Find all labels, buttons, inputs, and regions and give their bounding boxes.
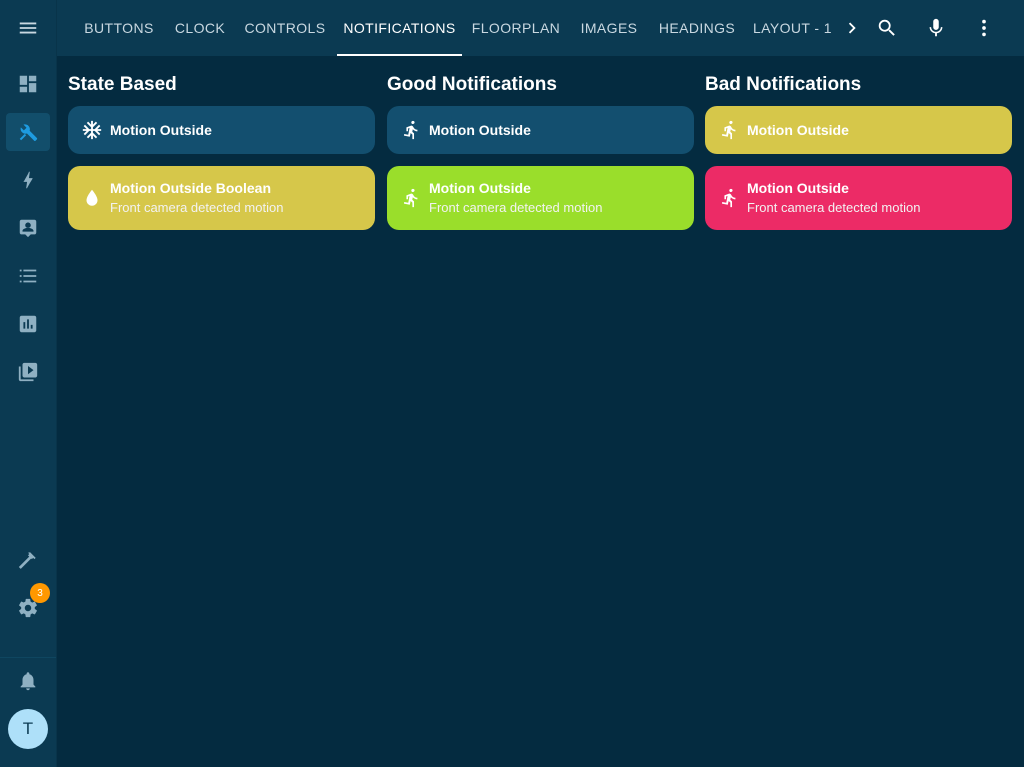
column-state-based: State Based Motion Outside Motion Outsid…	[68, 68, 375, 230]
tab-clock[interactable]: CLOCK	[171, 0, 229, 56]
more-menu-button[interactable]	[964, 8, 1004, 48]
contact-card-icon	[19, 219, 37, 238]
list-icon	[19, 269, 37, 283]
lightning-icon	[23, 171, 33, 189]
bell-icon	[20, 672, 36, 691]
notification-card[interactable]: Motion Outside	[68, 106, 375, 154]
tab-floorplan[interactable]: FLOORPLAN	[471, 0, 561, 56]
sidebar-divider	[0, 657, 56, 658]
hammer-icon	[18, 552, 36, 569]
tab-headings[interactable]: HEADINGS	[655, 0, 739, 56]
assist-button[interactable]	[916, 8, 956, 48]
sidebar-item-media[interactable]	[6, 353, 50, 391]
chart-box-icon	[19, 315, 37, 333]
tabs-scroll-right-button[interactable]	[832, 8, 872, 48]
top-bar: BUTTONS CLOCK CONTROLS NOTIFICATIONS FLO…	[57, 0, 1024, 56]
tab-buttons[interactable]: BUTTONS	[75, 0, 163, 56]
walking-person-icon	[399, 186, 423, 210]
sidebar-item-people[interactable]	[6, 209, 50, 247]
card-title: Motion Outside	[429, 180, 531, 196]
card-title: Motion Outside	[747, 122, 849, 138]
card-title: Motion Outside Boolean	[110, 180, 271, 196]
more-vertical-icon	[982, 19, 986, 37]
sidebar-item-tools[interactable]	[6, 113, 50, 151]
notification-card[interactable]: Motion Outside	[387, 106, 694, 154]
notification-card[interactable]: Motion Outside Front camera detected mot…	[705, 166, 1012, 230]
tab-images[interactable]: IMAGES	[577, 0, 641, 56]
column-title: Good Notifications	[387, 74, 557, 95]
sidebar: 3 T	[0, 0, 57, 767]
sidebar-item-settings[interactable]: 3	[6, 583, 50, 627]
sidebar-item-developer-tools[interactable]	[6, 541, 50, 579]
column-title: State Based	[68, 74, 177, 95]
card-title: Motion Outside	[747, 180, 849, 196]
sidebar-item-history[interactable]	[6, 305, 50, 343]
microphone-icon	[929, 18, 943, 37]
walking-person-icon	[717, 186, 741, 210]
column-title: Bad Notifications	[705, 74, 862, 95]
notification-card[interactable]: Motion Outside Boolean Front camera dete…	[68, 166, 375, 230]
sidebar-item-dashboard[interactable]	[6, 65, 50, 103]
notification-card[interactable]: Motion Outside	[705, 106, 1012, 154]
card-subtitle: Front camera detected motion	[429, 200, 603, 215]
sidebar-item-logbook[interactable]	[6, 257, 50, 295]
search-button[interactable]	[867, 8, 907, 48]
notification-card[interactable]: Motion Outside Front camera detected mot…	[387, 166, 694, 230]
tools-icon	[19, 124, 38, 141]
column-good-notifications: Good Notifications Motion Outside Motion…	[387, 68, 694, 230]
card-subtitle: Front camera detected motion	[110, 200, 284, 215]
snowflake-icon	[80, 118, 104, 142]
search-icon	[878, 19, 895, 36]
settings-badge: 3	[30, 583, 50, 603]
chevron-right-icon	[848, 22, 856, 34]
dashboard-icon	[19, 75, 37, 93]
column-bad-notifications: Bad Notifications Motion Outside Motion …	[705, 68, 1012, 230]
tab-layout-1[interactable]: LAYOUT - 1	[753, 0, 833, 56]
sidebar-item-energy[interactable]	[6, 161, 50, 199]
tab-notifications[interactable]: NOTIFICATIONS	[337, 0, 462, 56]
card-title: Motion Outside	[110, 122, 212, 138]
avatar[interactable]: T	[8, 709, 48, 749]
walking-person-icon	[717, 118, 741, 142]
card-title: Motion Outside	[429, 122, 531, 138]
water-drop-icon	[80, 186, 104, 210]
walking-person-icon	[399, 118, 423, 142]
menu-icon[interactable]	[6, 9, 50, 47]
media-icon	[18, 362, 38, 382]
tab-controls[interactable]: CONTROLS	[241, 0, 329, 56]
card-subtitle: Front camera detected motion	[747, 200, 921, 215]
notifications-button[interactable]	[6, 662, 50, 700]
